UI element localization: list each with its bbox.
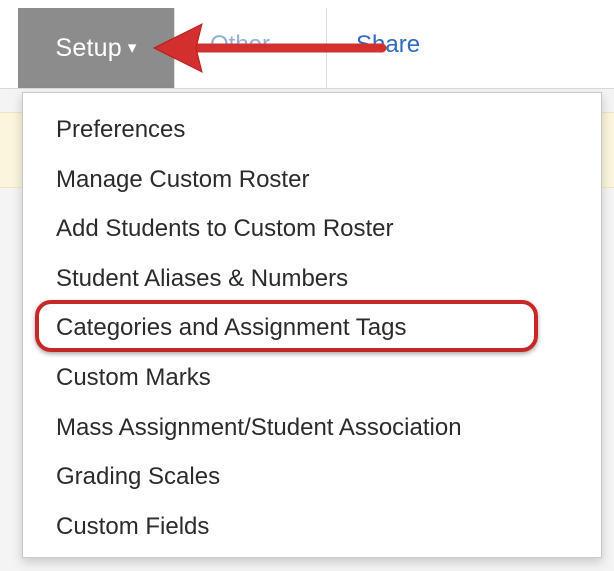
- menu-item-grading-scales[interactable]: Grading Scales: [23, 452, 601, 502]
- chevron-down-icon: ▾: [127, 38, 137, 57]
- top-nav-bar: Setup ▾ Other Share: [0, 0, 614, 89]
- menu-item-categories-assignment-tags[interactable]: Categories and Assignment Tags: [23, 303, 601, 353]
- tab-other[interactable]: Other: [210, 31, 270, 59]
- tab-divider: [174, 8, 175, 88]
- tab-divider: [326, 8, 327, 88]
- menu-item-mass-assignment-student-association[interactable]: Mass Assignment/Student Association: [23, 403, 601, 453]
- menu-item-custom-fields[interactable]: Custom Fields: [23, 502, 601, 552]
- tab-share[interactable]: Share: [356, 31, 420, 59]
- setup-menu-button[interactable]: Setup ▾: [18, 8, 174, 88]
- menu-item-manage-custom-roster[interactable]: Manage Custom Roster: [23, 155, 601, 205]
- menu-item-add-students-to-custom-roster[interactable]: Add Students to Custom Roster: [23, 204, 601, 254]
- menu-item-preferences[interactable]: Preferences: [23, 105, 601, 155]
- menu-item-custom-marks[interactable]: Custom Marks: [23, 353, 601, 403]
- menu-item-student-aliases-numbers[interactable]: Student Aliases & Numbers: [23, 254, 601, 304]
- setup-dropdown-menu: Preferences Manage Custom Roster Add Stu…: [22, 92, 602, 558]
- setup-label: Setup: [55, 33, 122, 62]
